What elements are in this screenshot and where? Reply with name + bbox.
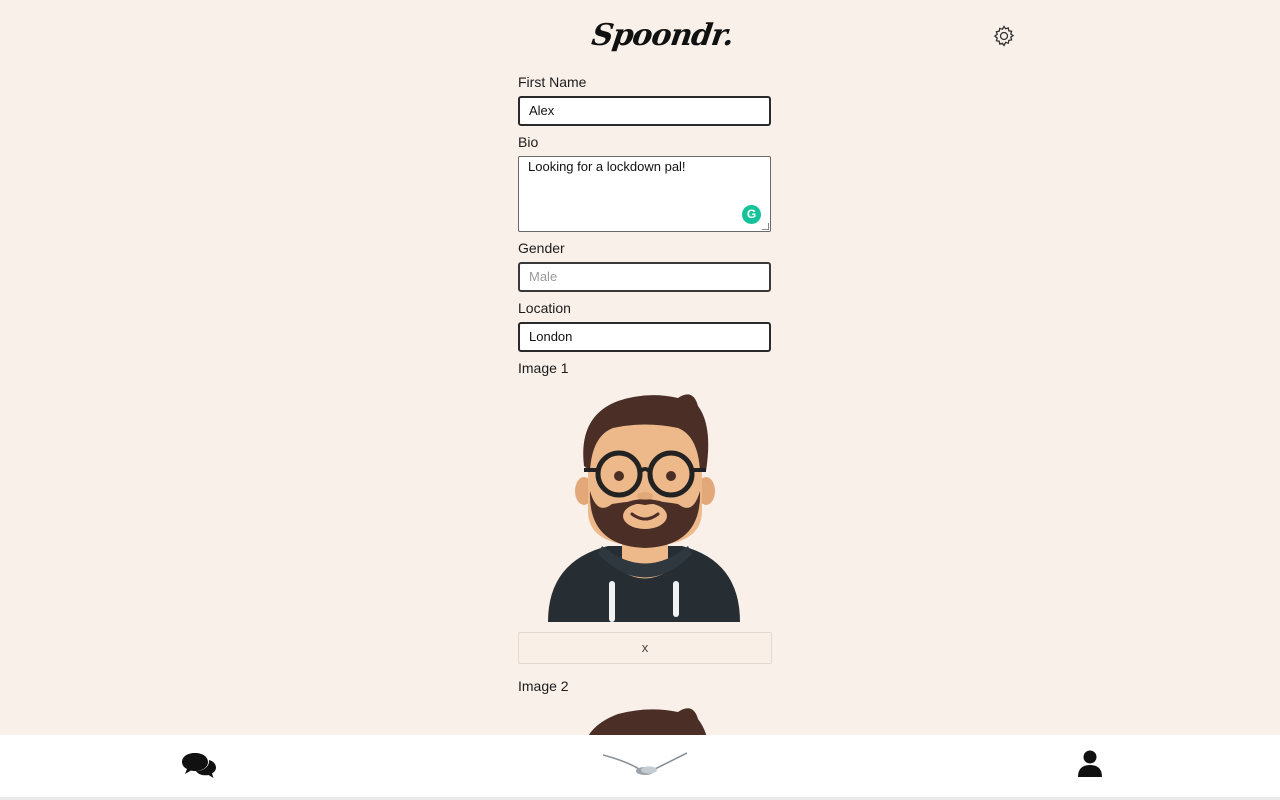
chat-bubbles-icon[interactable] (181, 751, 217, 784)
app-logo: Spoondr. (589, 18, 736, 53)
grammarly-icon[interactable]: G (742, 205, 761, 224)
bottom-nav (0, 735, 1280, 800)
image-2-label: Image 2 (518, 678, 569, 694)
bio-textarea[interactable]: Looking for a lockdown pal! G (518, 156, 771, 232)
location-label: Location (518, 300, 571, 316)
first-name-input[interactable]: Alex (518, 96, 771, 126)
remove-image-1-button[interactable]: x (518, 632, 772, 664)
profile-form: First Name Alex Bio Looking for a lockdo… (518, 72, 772, 764)
first-name-label: First Name (518, 74, 587, 90)
spoons-icon[interactable] (601, 749, 689, 786)
gender-label: Gender (518, 240, 565, 256)
bio-text: Looking for a lockdown pal! (528, 159, 686, 174)
bio-label: Bio (518, 134, 539, 150)
app-header: Spoondr. (0, 0, 1280, 70)
resize-grip-icon[interactable] (762, 223, 769, 230)
gender-input[interactable]: Male (518, 262, 771, 292)
user-icon[interactable] (1077, 750, 1103, 783)
gear-icon[interactable] (992, 24, 1016, 48)
image-1-avatar (518, 386, 772, 626)
location-input[interactable]: London (518, 322, 771, 352)
image-1-label: Image 1 (518, 360, 569, 376)
